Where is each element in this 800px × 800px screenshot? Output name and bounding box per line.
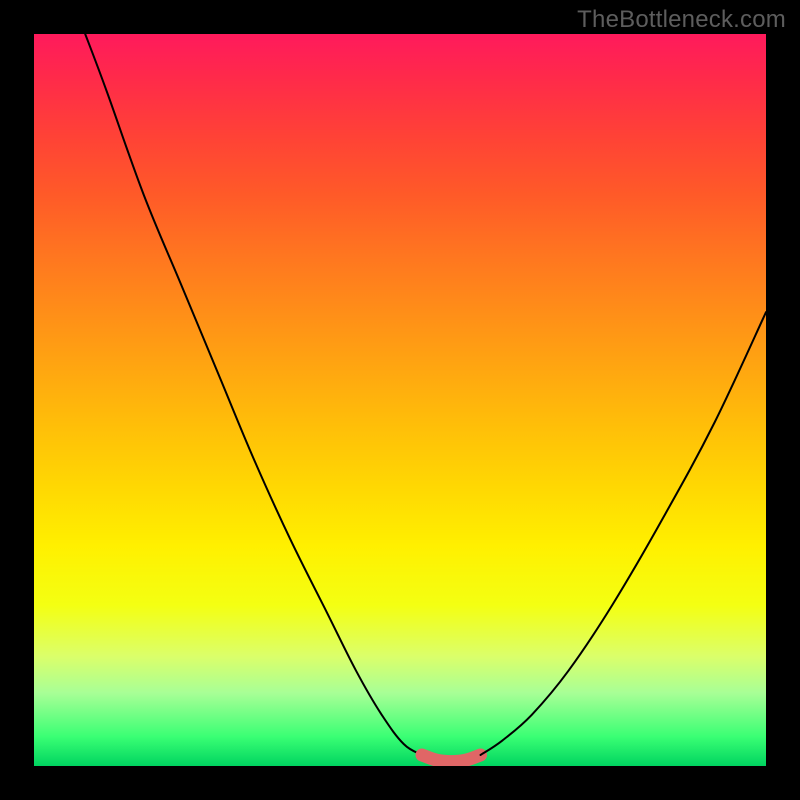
left-curve-path [85, 34, 422, 755]
watermark-text: TheBottleneck.com [577, 6, 786, 34]
right-curve-path [481, 312, 767, 755]
plot-area [34, 34, 766, 766]
curve-canvas [34, 34, 766, 766]
trough-band-path [422, 755, 481, 762]
chart-frame: TheBottleneck.com [0, 0, 800, 800]
